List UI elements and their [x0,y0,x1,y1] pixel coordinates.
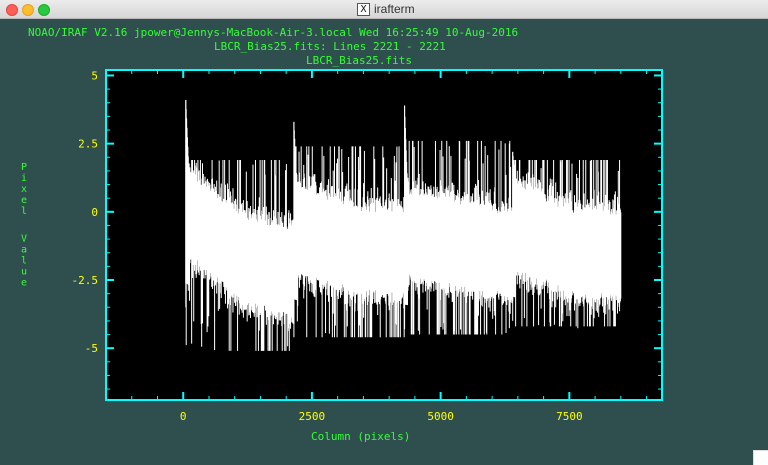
y-axis-label-letter: V [21,234,27,245]
x-tick-label: 0 [180,410,187,423]
y-axis-label-letter: e [21,195,27,206]
plot-header-line: NOAO/IRAF V2.16 jpower@Jennys-MacBook-Ai… [28,26,518,39]
resize-handle[interactable] [753,450,768,465]
y-tick-label: 2.5 [78,138,98,151]
y-axis-label-letter: x [21,184,27,195]
x-tick-label: 2500 [299,410,326,423]
plot-subheader-line: LBCR_Bias25.fits: Lines 2221 - 2221 [214,40,446,53]
x-tick-label: 7500 [556,410,583,423]
x-tick-label: 5000 [427,410,454,423]
y-axis-label: PixelValue [21,162,27,289]
y-tick-label: -2.5 [72,274,99,287]
y-axis-label-letter: i [21,173,27,184]
y-axis-label-letter: l [21,256,27,267]
y-axis-label-letter: a [21,245,27,256]
y-tick-label: 0 [91,206,98,219]
x-axis-label: Column (pixels) [311,430,410,443]
y-axis-label-letter: e [21,278,27,289]
plot-canvas: NOAO/IRAF V2.16 jpower@Jennys-MacBook-Ai… [21,26,663,443]
y-tick-label: 5 [91,69,98,82]
irafterm-window: X irafterm NOAO/IRAF V2.16 jpower@Jennys… [0,0,768,465]
y-axis-label-letter: u [21,267,27,278]
y-axis-label-letter: P [21,162,27,173]
y-axis-label-letter: l [21,206,27,217]
plot-title: LBCR_Bias25.fits [306,54,412,67]
y-tick-label: -5 [85,342,98,355]
